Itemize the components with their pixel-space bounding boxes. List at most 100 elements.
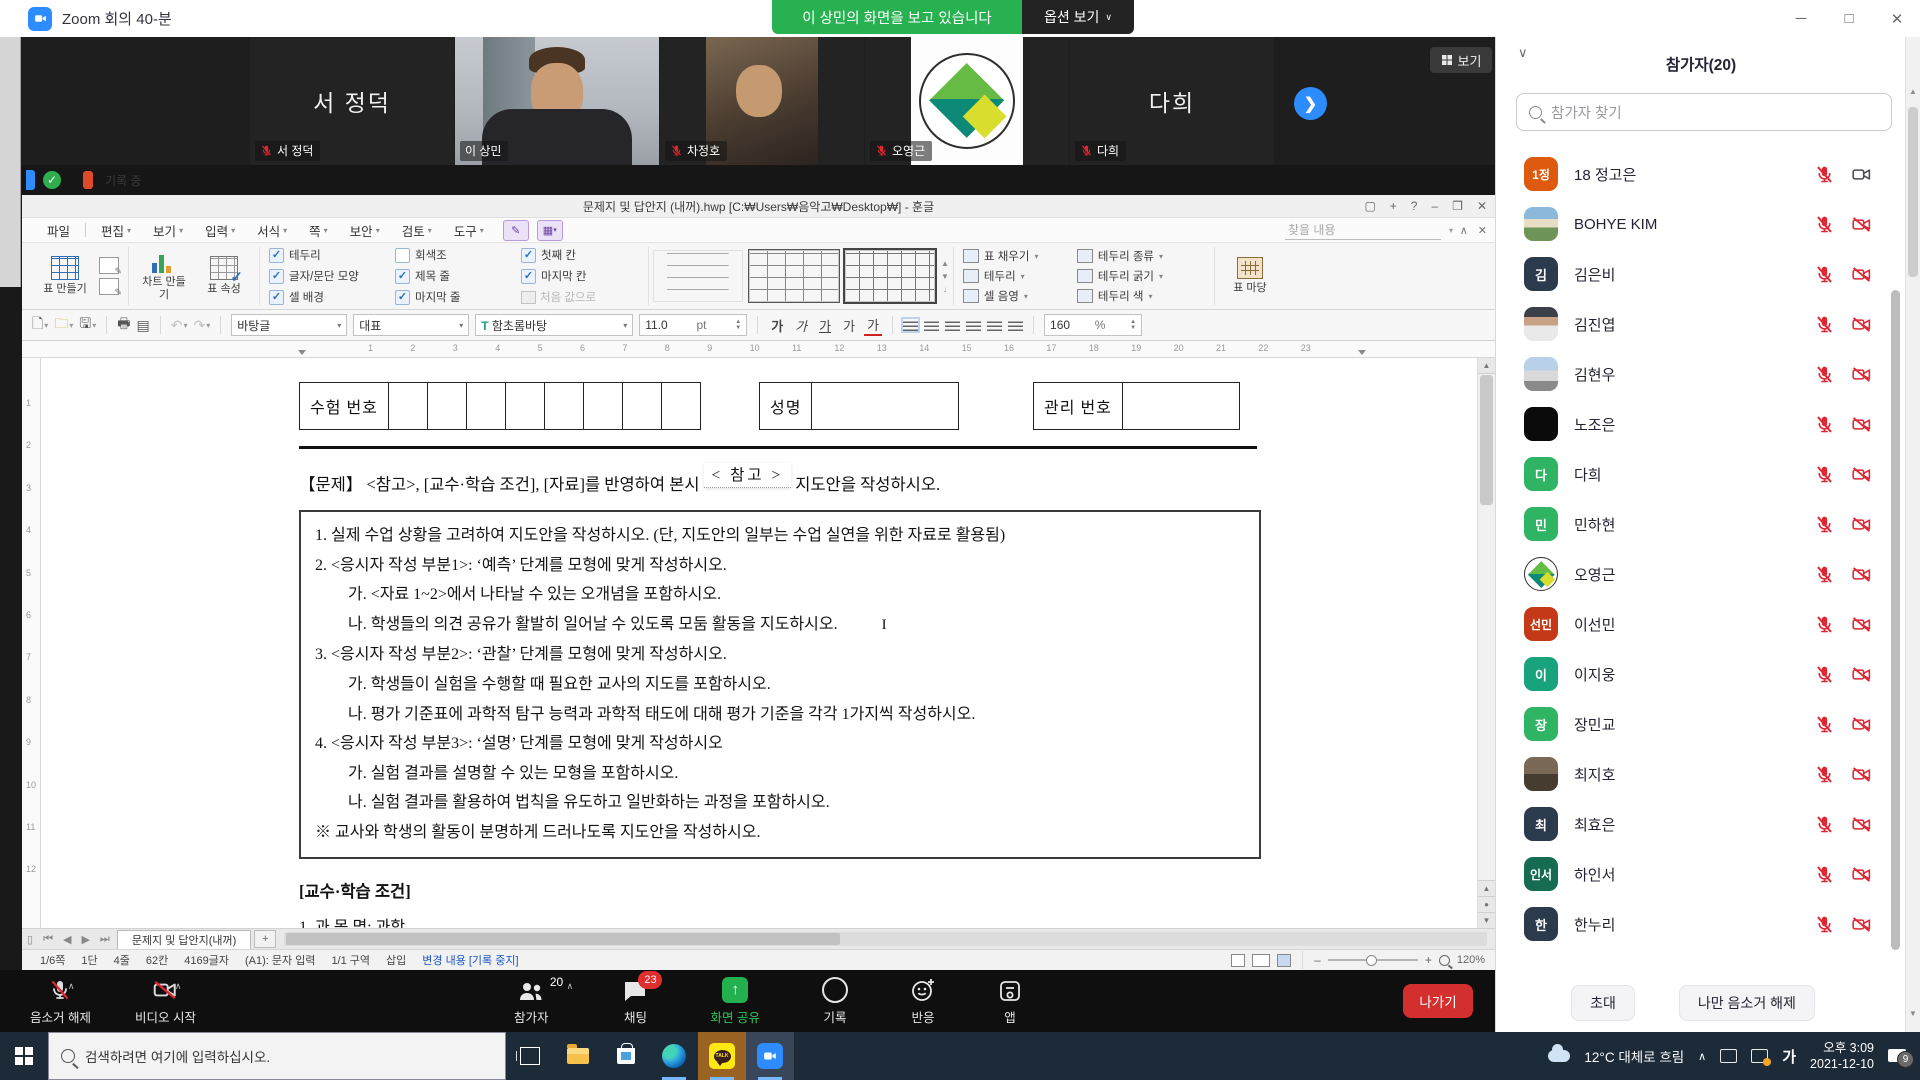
- view-single-icon[interactable]: [1231, 954, 1245, 967]
- menu-도구[interactable]: 도구▾: [443, 221, 495, 240]
- exam-number-cell-7[interactable]: [623, 383, 662, 429]
- muted-mic-icon[interactable]: [1814, 714, 1835, 735]
- participant-row[interactable]: 한한누리: [1496, 899, 1890, 949]
- menu-검토[interactable]: 검토▾: [391, 221, 443, 240]
- participant-row[interactable]: 선민이선민: [1496, 599, 1890, 649]
- participant-row[interactable]: 1정18 정고은: [1496, 149, 1890, 199]
- camera-off-icon[interactable]: [1851, 414, 1872, 435]
- button-셀 음영[interactable]: 셀 음영▾: [963, 288, 1071, 304]
- find-box[interactable]: 찾을 내용 ▾: [1285, 220, 1453, 240]
- tray-expand-icon[interactable]: ∧: [1698, 1050, 1706, 1063]
- prev-tab-icon[interactable]: ◀: [58, 933, 76, 946]
- style-preset-select[interactable]: 대표▾: [353, 314, 469, 336]
- menu-파일[interactable]: 파일: [36, 221, 81, 240]
- button-테두리[interactable]: 테두리▾: [963, 268, 1071, 284]
- microsoft-store-button[interactable]: [602, 1032, 650, 1080]
- exam-number-cell-8[interactable]: [662, 383, 700, 429]
- participant-list-scrollbar[interactable]: [1891, 290, 1900, 950]
- zoom-in-icon[interactable]: +: [1425, 953, 1432, 967]
- camera-off-icon[interactable]: [1851, 514, 1872, 535]
- camera-off-icon[interactable]: [1851, 314, 1872, 335]
- manage-number-table[interactable]: 관리 번호: [1033, 382, 1240, 430]
- first-tab-icon[interactable]: ⏮: [38, 933, 58, 946]
- participant-row[interactable]: 민민하현: [1496, 499, 1890, 549]
- video-tile-5[interactable]: 다희다희: [1070, 37, 1274, 165]
- checkbox-셀 배경[interactable]: ✓셀 배경: [269, 289, 387, 305]
- next-videos-button[interactable]: ❯: [1294, 87, 1327, 120]
- start-video-button[interactable]: ∧ 비디오 시작: [121, 977, 210, 1026]
- camera-off-icon[interactable]: [1851, 864, 1872, 885]
- gallery-down-icon[interactable]: ▼: [941, 272, 949, 281]
- zoom-out-icon[interactable]: –: [1314, 953, 1321, 967]
- menu-서식[interactable]: 서식▾: [246, 221, 298, 240]
- new-document-button[interactable]: 🗋▾: [32, 313, 48, 337]
- table-style-bold-grid[interactable]: [845, 250, 935, 302]
- exam-number-cell-5[interactable]: [545, 383, 584, 429]
- scrollbar-top-button[interactable]: ▲: [1478, 358, 1495, 374]
- zoom-app-button[interactable]: [746, 1032, 794, 1080]
- preview-button[interactable]: ▤: [136, 317, 149, 334]
- button-표 채우기[interactable]: 표 채우기▾: [963, 248, 1071, 264]
- page-nav-button[interactable]: ●: [1478, 896, 1495, 912]
- view-fit-icon[interactable]: [1277, 954, 1291, 967]
- window-scrollbar[interactable]: ▲ ▼: [1905, 37, 1920, 1032]
- context-tab-table-icon[interactable]: ▦▾: [537, 220, 563, 241]
- muted-mic-icon[interactable]: [1814, 814, 1835, 835]
- hwp-fullscreen-icon[interactable]: ▢: [1364, 199, 1375, 213]
- reactions-button[interactable]: 반응: [896, 977, 950, 1026]
- zoom-slider[interactable]: [1328, 959, 1418, 961]
- camera-off-icon[interactable]: [1851, 914, 1872, 935]
- notification-center-button[interactable]: 9: [1888, 1047, 1910, 1065]
- camera-off-icon[interactable]: [1851, 664, 1872, 685]
- status-zoom-value[interactable]: 120%: [1457, 954, 1485, 966]
- exam-number-cell-2[interactable]: [428, 383, 467, 429]
- menu-보안[interactable]: 보안▾: [339, 221, 391, 240]
- muted-mic-icon[interactable]: [1814, 514, 1835, 535]
- muted-mic-icon[interactable]: [1814, 314, 1835, 335]
- record-button[interactable]: 기록: [808, 977, 862, 1026]
- undo-button[interactable]: ↶▾: [171, 317, 188, 334]
- taskbar-search-input[interactable]: 검색하려면 여기에 입력하십시오.: [48, 1032, 506, 1080]
- muted-mic-icon[interactable]: [1814, 414, 1835, 435]
- muted-mic-icon[interactable]: [1814, 864, 1835, 885]
- camera-on-icon[interactable]: [1851, 164, 1872, 185]
- participant-row[interactable]: 최지호: [1496, 749, 1890, 799]
- exam-number-cell-1[interactable]: [389, 383, 428, 429]
- invite-button[interactable]: 초대: [1571, 985, 1635, 1021]
- hwp-move-icon[interactable]: +: [1390, 199, 1397, 213]
- participants-button[interactable]: 20 ∧ 참가자: [500, 977, 563, 1026]
- ime-indicator[interactable]: 가: [1782, 1046, 1796, 1067]
- name-input-cell[interactable]: [812, 383, 958, 429]
- file-explorer-button[interactable]: [554, 1032, 602, 1080]
- gallery-view-button[interactable]: 보기: [1430, 47, 1492, 73]
- table-properties-button[interactable]: 표 속성: [198, 256, 250, 296]
- close-icon[interactable]: ✕: [1888, 10, 1906, 28]
- muted-mic-icon[interactable]: [1814, 614, 1835, 635]
- start-button[interactable]: [0, 1032, 48, 1080]
- font-size-select[interactable]: 11.0pt ▲▼: [639, 314, 747, 336]
- exam-number-cell-6[interactable]: [584, 383, 623, 429]
- document-close-icon[interactable]: ✕: [1478, 224, 1487, 237]
- context-tab-pen-icon[interactable]: ✎: [503, 220, 529, 241]
- button-테두리 굵기[interactable]: 테두리 굵기▾: [1077, 268, 1205, 284]
- open-document-button[interactable]: 🗀▾: [54, 313, 73, 337]
- font-family-select[interactable]: T 함초롬바탕▾: [475, 314, 633, 336]
- draw-table-button[interactable]: [99, 257, 119, 274]
- participant-row[interactable]: 노조은: [1496, 399, 1890, 449]
- camera-off-icon[interactable]: [1851, 714, 1872, 735]
- view-options-button[interactable]: 옵션 보기∨: [1022, 0, 1134, 34]
- checkbox-마지막 줄[interactable]: ✓마지막 줄: [395, 289, 513, 305]
- video-tile-2[interactable]: 이 상민: [455, 37, 659, 165]
- align-divide-icon[interactable]: [1008, 319, 1023, 331]
- table-create-button[interactable]: 표 만들기: [39, 256, 91, 296]
- checkbox-마지막 칸[interactable]: ✓마지막 칸: [521, 268, 639, 284]
- maximize-icon[interactable]: □: [1840, 10, 1858, 27]
- video-tile-3[interactable]: 차정호: [660, 37, 864, 165]
- table-style-grid[interactable]: [749, 250, 839, 302]
- muted-mic-icon[interactable]: [1814, 264, 1835, 285]
- last-tab-icon[interactable]: ⏭: [95, 933, 115, 946]
- erase-table-button[interactable]: [99, 278, 119, 295]
- align-center-icon[interactable]: [945, 319, 960, 331]
- ribbon-collapse-icon[interactable]: ∧: [1460, 224, 1468, 237]
- table-style-plain[interactable]: [653, 250, 743, 302]
